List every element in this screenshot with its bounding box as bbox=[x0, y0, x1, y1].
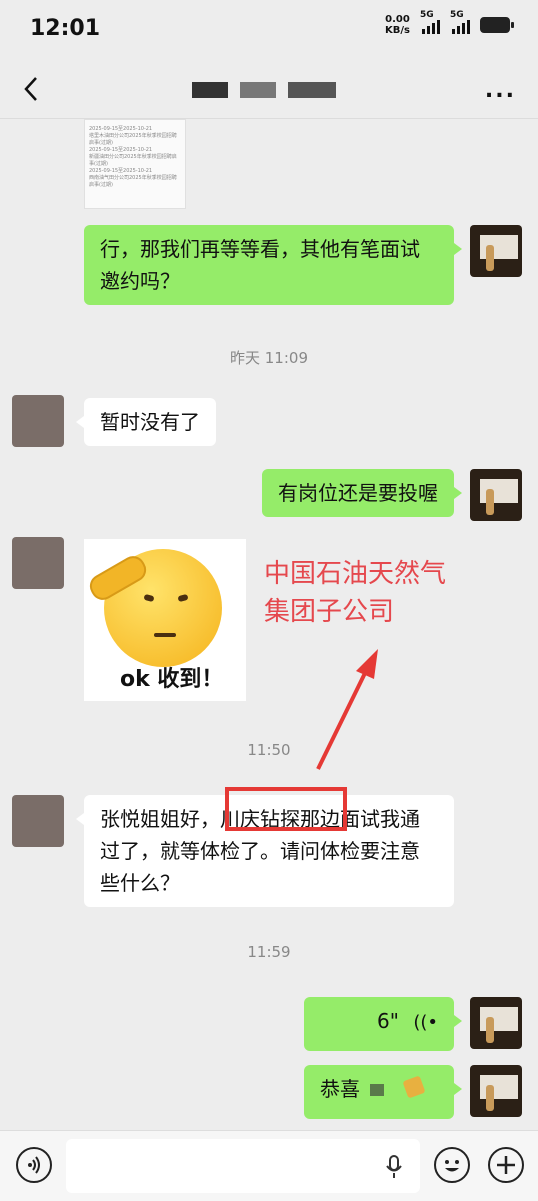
clock: 12:01 bbox=[30, 16, 101, 41]
status-icons: 0.00 KB/s 5G 5G bbox=[385, 10, 514, 36]
signal-icon: 5G bbox=[420, 10, 440, 34]
my-avatar[interactable] bbox=[470, 997, 522, 1049]
red-arrow-annotation bbox=[316, 649, 378, 770]
message-input[interactable] bbox=[66, 1139, 420, 1193]
contact-avatar[interactable] bbox=[12, 795, 64, 847]
timestamp: 11:50 bbox=[247, 741, 291, 759]
voice-message[interactable]: 6" ((• bbox=[304, 997, 462, 1051]
signal-icon-2: 5G bbox=[450, 10, 470, 34]
input-bar bbox=[0, 1130, 538, 1201]
voice-duration: 6" bbox=[377, 1009, 399, 1033]
censored-mark bbox=[370, 1084, 385, 1096]
my-avatar[interactable] bbox=[470, 1065, 522, 1117]
microphone-icon[interactable] bbox=[384, 1155, 404, 1179]
contact-name-censored bbox=[288, 82, 336, 98]
message-bubble[interactable]: 恭喜 bbox=[304, 1065, 462, 1119]
voice-input-icon[interactable] bbox=[16, 1147, 52, 1183]
battery-icon bbox=[480, 17, 514, 33]
emoji-icon[interactable] bbox=[434, 1147, 470, 1183]
back-icon[interactable] bbox=[18, 74, 48, 104]
voice-wave-icon: ((• bbox=[413, 1012, 438, 1033]
status-bar: 12:01 0.00 KB/s 5G 5G bbox=[0, 0, 538, 62]
plus-icon[interactable] bbox=[488, 1147, 524, 1183]
more-icon[interactable]: ... bbox=[485, 78, 516, 103]
contact-name-censored bbox=[192, 82, 228, 98]
timestamp: 11:59 bbox=[247, 943, 291, 961]
chat-header: ... bbox=[0, 62, 538, 119]
message-list[interactable]: 2025-09-15至2025-10-21 塔里木油田分公司2025年秋季校园招… bbox=[0, 119, 538, 1130]
party-popper-icon bbox=[402, 1075, 426, 1099]
highlight-box bbox=[225, 787, 347, 831]
contact-name-censored bbox=[240, 82, 276, 98]
network-speed: 0.00 KB/s bbox=[385, 14, 410, 36]
